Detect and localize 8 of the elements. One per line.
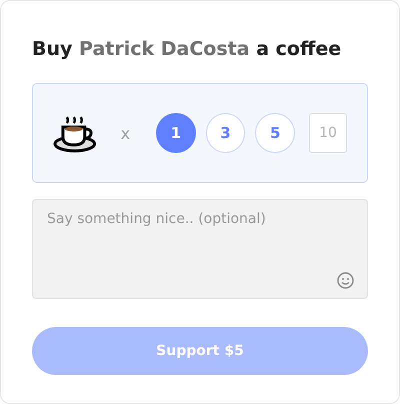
multiply-sign: x bbox=[120, 124, 130, 142]
page-title: Buy Patrick DaCosta a coffee bbox=[32, 37, 342, 62]
quantity-option[interactable]: 1 bbox=[156, 113, 196, 153]
smiley-icon[interactable] bbox=[337, 272, 354, 289]
quantity-option[interactable]: 5 bbox=[255, 113, 295, 153]
message-field[interactable]: Say something nice.. (optional) bbox=[32, 199, 368, 299]
custom-quantity-field[interactable]: 10 bbox=[308, 113, 347, 153]
quantity-option[interactable]: 3 bbox=[206, 113, 246, 153]
